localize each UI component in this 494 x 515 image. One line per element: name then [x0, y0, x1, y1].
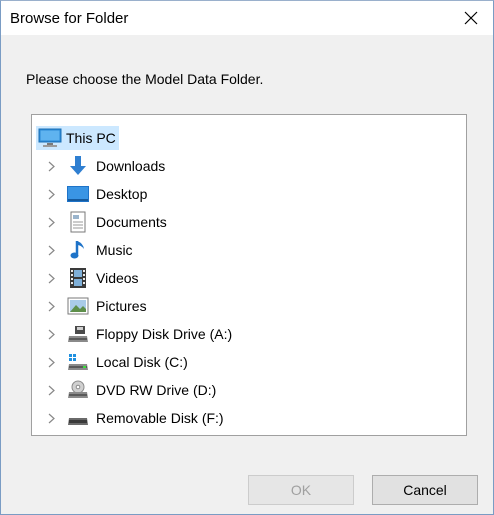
tree-item-label: DVD RW Drive (D:) — [96, 382, 217, 398]
chevron-right-icon[interactable] — [46, 244, 56, 256]
window-title: Browse for Folder — [10, 10, 129, 27]
music-icon — [66, 239, 90, 261]
tree-item-label: Local Disk (C:) — [96, 354, 188, 370]
tree-item-dvd-drive[interactable]: DVD RW Drive (D:) — [46, 377, 216, 403]
chevron-right-icon[interactable] — [46, 216, 56, 228]
this-pc-icon — [38, 127, 62, 149]
chevron-right-icon[interactable] — [46, 300, 56, 312]
documents-icon — [66, 211, 90, 233]
tree-item-label: Removable Disk (F:) — [96, 410, 224, 426]
tree-item-removable-disk[interactable]: Removable Disk (F:) — [46, 405, 224, 431]
tree-item-label: Documents — [96, 214, 167, 230]
chevron-right-icon[interactable] — [46, 356, 56, 368]
chevron-right-icon[interactable] — [46, 384, 56, 396]
local-disk-icon — [66, 351, 90, 373]
removable-disk-icon — [66, 407, 90, 429]
chevron-right-icon[interactable] — [46, 412, 56, 424]
tree-item-label: Pictures — [96, 298, 147, 314]
videos-icon — [66, 267, 90, 289]
cancel-button[interactable]: Cancel — [372, 475, 478, 505]
floppy-drive-icon — [66, 323, 90, 345]
downloads-icon — [66, 155, 90, 177]
tree-item-downloads[interactable]: Downloads — [46, 153, 165, 179]
tree-item-documents[interactable]: Documents — [46, 209, 167, 235]
close-icon — [464, 11, 478, 25]
selection-highlight: This PC — [36, 126, 119, 150]
dvd-drive-icon — [66, 379, 90, 401]
chevron-right-icon[interactable] — [46, 188, 56, 200]
chevron-right-icon[interactable] — [46, 160, 56, 172]
chevron-right-icon[interactable] — [46, 272, 56, 284]
tree-item-label: Floppy Disk Drive (A:) — [96, 326, 233, 342]
tree-item-desktop[interactable]: Desktop — [46, 181, 147, 207]
tree-item-local-disk[interactable]: Local Disk (C:) — [46, 349, 188, 375]
ok-button[interactable]: OK — [248, 475, 354, 505]
tree-item-label: This PC — [66, 130, 116, 146]
desktop-icon — [66, 183, 90, 205]
tree-item-videos[interactable]: Videos — [46, 265, 139, 291]
tree-item-label: Desktop — [96, 186, 148, 202]
close-button[interactable] — [451, 3, 491, 33]
tree-item-pictures[interactable]: Pictures — [46, 293, 147, 319]
tree-item-label: Music — [96, 242, 133, 258]
chevron-right-icon[interactable] — [46, 328, 56, 340]
folder-tree[interactable]: This PC Downloads Desktop Documents Musi… — [31, 114, 467, 436]
browse-for-folder-dialog: Browse for Folder Please choose the Mode… — [0, 0, 494, 515]
tree-item-music[interactable]: Music — [46, 237, 133, 263]
tree-item-label: Downloads — [96, 158, 166, 174]
title-bar: Browse for Folder — [1, 1, 493, 35]
tree-item-this-pc[interactable]: This PC — [36, 125, 119, 151]
instruction-text: Please choose the Model Data Folder. — [26, 71, 264, 87]
tree-item-label: Videos — [96, 270, 139, 286]
tree-item-floppy-drive[interactable]: Floppy Disk Drive (A:) — [46, 321, 232, 347]
pictures-icon — [66, 295, 90, 317]
